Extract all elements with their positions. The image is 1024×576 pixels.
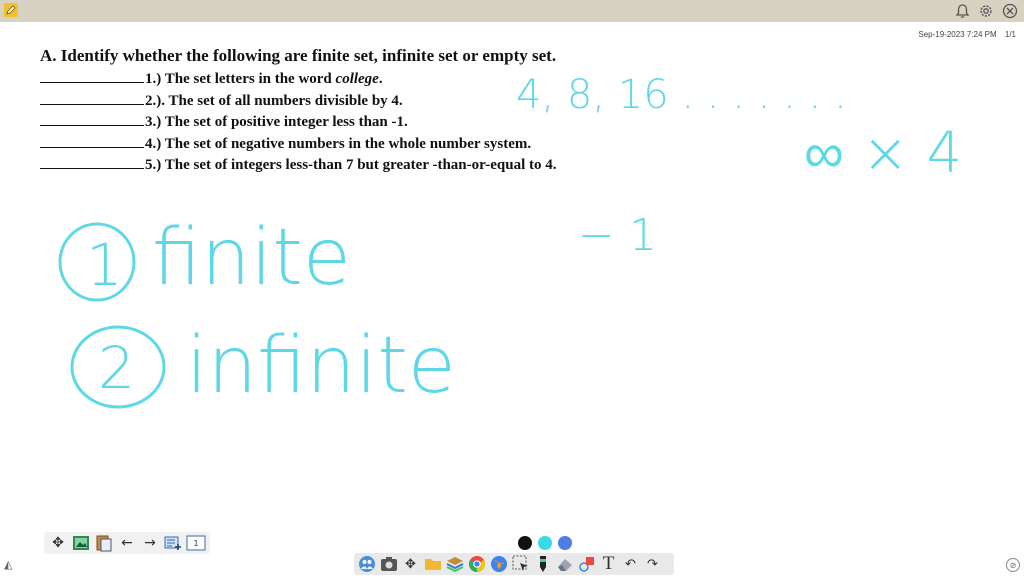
answer-1-text: finite [152,213,351,303]
shapes-icon[interactable] [576,554,597,574]
answer-2-number: 2 [98,334,135,402]
handwritten-infinity-times-four: ∞ × 4 [804,121,962,186]
text-icon[interactable]: T [598,553,619,574]
add-page-icon[interactable] [163,533,183,553]
select-icon[interactable] [510,554,531,574]
globe-icon[interactable] [488,554,509,574]
arrow-left-icon[interactable]: ← [117,533,137,553]
blue-pen-color[interactable] [558,536,572,550]
black-pen-color[interactable] [518,536,532,550]
move-cross-icon[interactable]: ✥ [400,554,421,574]
page-number-label: 1 [193,539,198,548]
handwritten-minus: − 1 [578,210,657,261]
layers-icon[interactable] [444,554,465,574]
redo-icon[interactable]: ↷ [642,554,663,574]
arrow-right-icon[interactable]: → [140,533,160,553]
handwriting-layer: 4, 8, 16 . . . . . . . ∞ × 4 − 1 1 finit… [58,72,962,411]
page-number-icon[interactable]: 1 [186,533,206,553]
camera-icon[interactable] [378,554,399,574]
eraser-icon[interactable] [554,554,575,574]
move-icon[interactable]: ✥ [48,533,68,553]
image-edit-icon[interactable] [71,533,91,553]
answer-2-text: infinite [186,321,456,411]
paste-icon[interactable] [94,533,114,553]
undo-icon[interactable]: ↶ [620,554,641,574]
answer-1-number: 1 [86,231,123,299]
image-icon[interactable]: ◭ [4,558,12,571]
folder-icon[interactable] [422,554,443,574]
handwritten-sequence: 4, 8, 16 . . . . . . . [516,72,847,118]
pen-icon[interactable] [532,554,553,574]
color-palette [518,536,572,550]
page-toolbar: ✥ ← → 1 [44,532,210,554]
people-icon[interactable] [356,554,377,574]
chrome-icon[interactable] [466,554,487,574]
cyan-pen-color[interactable] [538,536,552,550]
info-icon[interactable]: ⊘ [1006,558,1020,572]
drawing-toolbar: ✥ T ↶ ↷ [354,553,674,575]
